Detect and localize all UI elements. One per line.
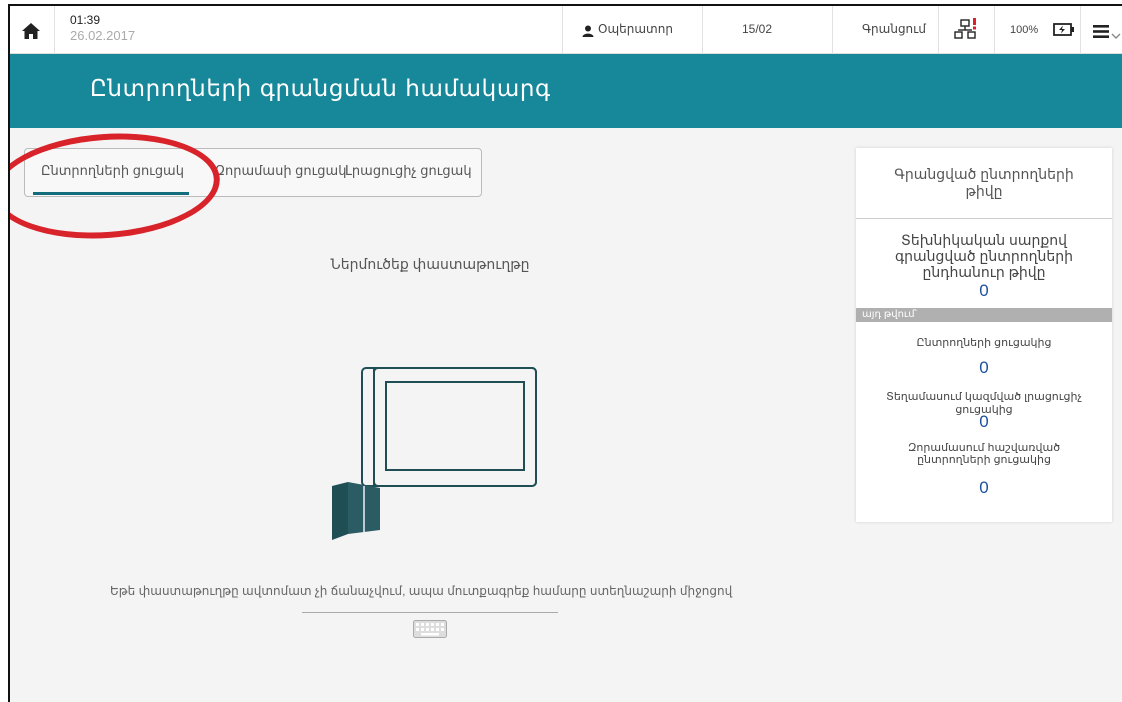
- divider: [702, 6, 703, 54]
- from-military-list-label: Զորամասում հաշվառված ընտրողների ցուցակից: [907, 442, 1061, 466]
- app-frame: 01:39 26.02.2017 Օպերատոր 15/02 Գրանցում…: [8, 4, 1122, 702]
- battery-label: 100%: [1010, 24, 1039, 36]
- keyboard-icon[interactable]: [413, 620, 447, 643]
- from-military-list-value: 0: [979, 478, 989, 497]
- user-icon: [582, 24, 594, 42]
- manual-entry-hint: Եթե փաստաթուղթը ավտոմատ չի ճանաչվում, ապ…: [110, 584, 733, 598]
- including-band: այդ թվում՝: [856, 308, 1112, 322]
- status-label: Գրանցում: [862, 22, 926, 36]
- chevron-down-icon[interactable]: [1111, 27, 1121, 45]
- clock-date: 26.02.2017: [70, 28, 136, 43]
- card-title: Գրանցված ընտրողների թիվը: [894, 166, 1074, 199]
- total-registered-value: 0: [979, 281, 989, 300]
- divider: [1080, 6, 1081, 54]
- divider: [832, 6, 833, 54]
- active-tab-indicator: [33, 192, 189, 195]
- document-number-input[interactable]: [302, 612, 558, 613]
- divider: [54, 6, 55, 54]
- scan-prompt: Ներմուծեք փաստաթուղթը: [330, 256, 530, 272]
- divider: [562, 6, 563, 54]
- tab-additional-list[interactable]: Լրացուցիչ ցուցակ: [345, 163, 472, 179]
- page-title: Ընտրողների գրանցման համակարգ: [90, 76, 551, 102]
- from-voters-list-label: Ընտրողների ցուցակից: [916, 337, 1052, 349]
- tab-voters-list[interactable]: Ընտրողների ցուցակ: [41, 163, 184, 179]
- card-divider: [856, 218, 1112, 219]
- battery-charging-icon: [1053, 23, 1075, 41]
- hamburger-menu-icon[interactable]: [1093, 25, 1109, 43]
- top-bar: 01:39 26.02.2017 Օպերատոր 15/02 Գրանցում…: [10, 6, 1122, 54]
- network-icon: [954, 18, 980, 45]
- app-header: Ընտրողների գրանցման համակարգ: [10, 54, 1122, 128]
- tab-military-list[interactable]: Զորամասի ցուցակ: [215, 163, 346, 179]
- from-voters-list-value: 0: [979, 358, 989, 377]
- operator-label[interactable]: Օպերատոր: [598, 22, 673, 36]
- home-icon[interactable]: [20, 20, 42, 42]
- document-scanner-icon: [330, 358, 540, 553]
- clock-time: 01:39: [70, 13, 101, 27]
- list-tabs: Ընտրողների ցուցակ Զորամասի ցուցակ Լրացու…: [24, 148, 482, 197]
- divider: [994, 6, 995, 54]
- from-additional-list-value: 0: [979, 412, 989, 431]
- counter-label: 15/02: [742, 22, 773, 36]
- registered-voters-card: Գրանցված ընտրողների թիվը Տեխնիկական սարք…: [856, 148, 1112, 522]
- divider: [938, 6, 939, 54]
- total-registered-label: Տեխնիկական սարքով գրանցված ընտրողների ըն…: [894, 232, 1074, 280]
